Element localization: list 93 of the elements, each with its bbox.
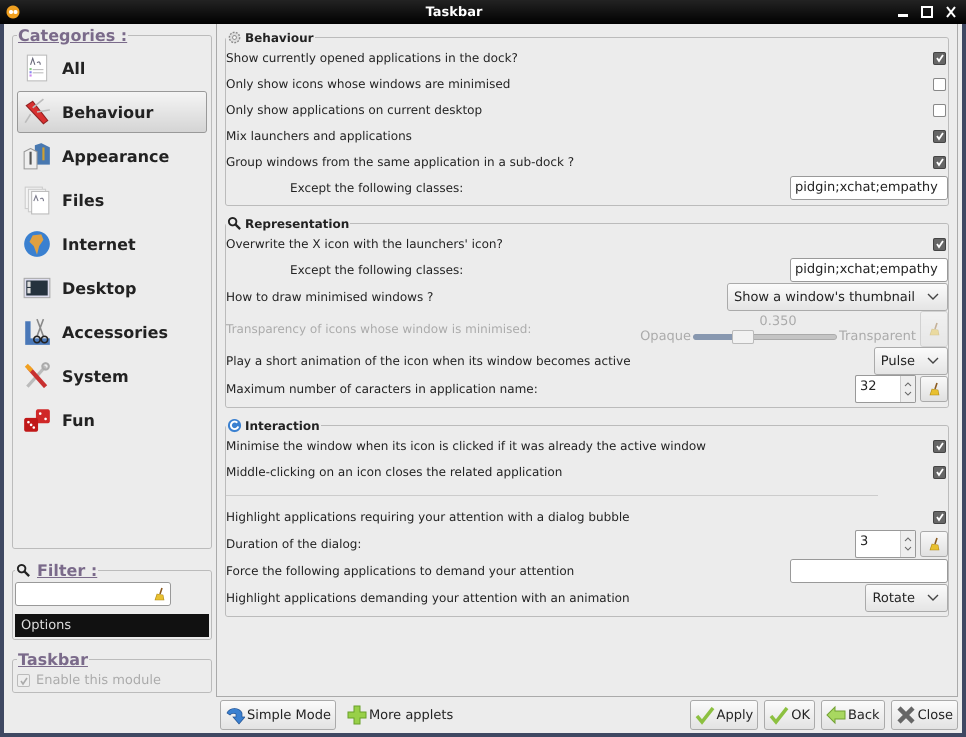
option-label: Highlight applications demanding your attention with an animation (226, 591, 631, 605)
reset-button[interactable] (920, 376, 948, 402)
slider[interactable] (693, 330, 838, 344)
group-title: Representation (245, 216, 350, 230)
checkbox[interactable] (933, 238, 946, 250)
category-item[interactable]: Internet (17, 223, 207, 265)
chevron-down-icon (927, 293, 939, 301)
search-icon (16, 563, 31, 578)
knife-icon (22, 97, 52, 127)
slider-value: 0.350 (759, 314, 797, 329)
category-item[interactable]: All (17, 47, 207, 89)
broom-icon (927, 321, 941, 337)
checkbox[interactable] (933, 466, 946, 478)
dialog-button[interactable]: Apply (690, 700, 758, 730)
toolbar-button[interactable]: Simple Mode (220, 700, 336, 730)
text-field[interactable]: pidgin;xchat;empathy (790, 176, 948, 200)
panel-title: Categories : (17, 26, 128, 45)
checkbox[interactable] (933, 440, 946, 452)
maximize-icon[interactable] (918, 4, 936, 20)
group-title: Interaction (245, 418, 320, 432)
dialog-button[interactable]: OK (764, 700, 816, 730)
group-title: Behaviour (245, 30, 314, 44)
filter-field[interactable] (15, 582, 171, 606)
category-item[interactable]: System (17, 355, 207, 397)
broom-icon (927, 381, 941, 397)
option-label: How to draw minimised windows ? (226, 290, 434, 304)
category-item[interactable]: Fun (17, 399, 207, 441)
option-label: Minimise the window when its icon is clicked if it was already the active window (226, 439, 707, 453)
documents-icon (22, 185, 52, 215)
toolbar-button[interactable]: More applets (342, 700, 458, 730)
option-label: Play a short animation of the icon when its window becomes active (226, 354, 632, 368)
shirts-icon (22, 141, 52, 171)
search-icon (227, 216, 242, 231)
spin-arrows-icon[interactable] (900, 376, 915, 402)
checkbox[interactable] (933, 52, 946, 64)
window-title: Taskbar (424, 4, 484, 20)
dropdown[interactable]: Show a window's thumbnail (726, 283, 948, 311)
checkbox[interactable] (933, 78, 946, 90)
option-label: Only show icons whose windows are minimised (226, 77, 512, 91)
category-item[interactable]: Appearance (17, 135, 207, 177)
option-label: Highlight applications requiring your attention with a dialog bubble (226, 510, 631, 524)
text-field[interactable] (790, 559, 948, 583)
checkbox[interactable] (933, 156, 946, 168)
refresh-icon (227, 418, 242, 433)
reset-button[interactable] (920, 531, 948, 557)
option-label: Maximum number of caracters in application name: (226, 382, 539, 396)
option-label: Force the following applications to demand your attention (226, 564, 576, 578)
globe-icon (22, 229, 52, 259)
option-label: Only show applications on current desktop (226, 103, 484, 117)
panel-title: Taskbar (17, 650, 89, 669)
slider-min-label: Opaque (640, 329, 692, 344)
tools-icon (22, 361, 52, 391)
category-item[interactable]: Accessories (17, 311, 207, 353)
text-field[interactable]: pidgin;xchat;empathy (790, 258, 948, 282)
option-label: Mix launchers and applications (226, 129, 413, 143)
option-label: Except the following classes: (289, 263, 464, 277)
broom-icon (927, 536, 941, 552)
option-label: Show currently opened applications in the dock? (226, 51, 519, 65)
app-logo-icon (6, 5, 20, 19)
broom-icon (152, 586, 166, 602)
spin-arrows-icon[interactable] (900, 531, 915, 557)
checkbox[interactable] (933, 510, 946, 524)
chevron-down-icon (927, 357, 939, 365)
dropdown[interactable]: Rotate (865, 584, 948, 612)
gear-icon (227, 30, 242, 45)
left-arrow-icon (826, 705, 846, 725)
option-label: Overwrite the X icon with the launchers' icon? (226, 237, 504, 251)
option-label: Group windows from the same application in a sub-dock ? (226, 155, 576, 169)
category-item[interactable]: Behaviour (17, 91, 207, 133)
option-label: Middle-clicking on an icon closes the related application (226, 465, 564, 479)
close-icon (896, 705, 916, 725)
plus-icon (346, 705, 367, 725)
checkbox-label: Enable this module (36, 673, 161, 688)
checkbox[interactable] (933, 104, 946, 116)
dialog-button[interactable]: Close (890, 700, 958, 730)
option-label: Transparency of icons whose window is minimised: (226, 322, 532, 336)
checkbox[interactable] (933, 130, 946, 142)
category-item[interactable]: Files (17, 179, 207, 221)
option-label: Duration of the dialog: (226, 537, 362, 551)
scissors-icon (22, 317, 52, 347)
dialog-button[interactable]: Back (821, 700, 885, 730)
curved-arrow-icon (225, 705, 245, 725)
option-label: Except the following classes: (289, 181, 464, 195)
spin-field[interactable]: 3 (855, 530, 916, 558)
spin-field[interactable]: 32 (855, 375, 916, 403)
panel-title: Filter : (37, 561, 98, 580)
category-item[interactable]: Desktop (17, 267, 207, 309)
slider-max-label: Transparent (839, 329, 916, 344)
dropdown[interactable]: Pulse (874, 347, 948, 375)
options-item[interactable]: Options (15, 614, 209, 637)
chevron-down-icon (927, 594, 939, 602)
check-icon (694, 705, 715, 725)
check-icon (769, 705, 790, 725)
